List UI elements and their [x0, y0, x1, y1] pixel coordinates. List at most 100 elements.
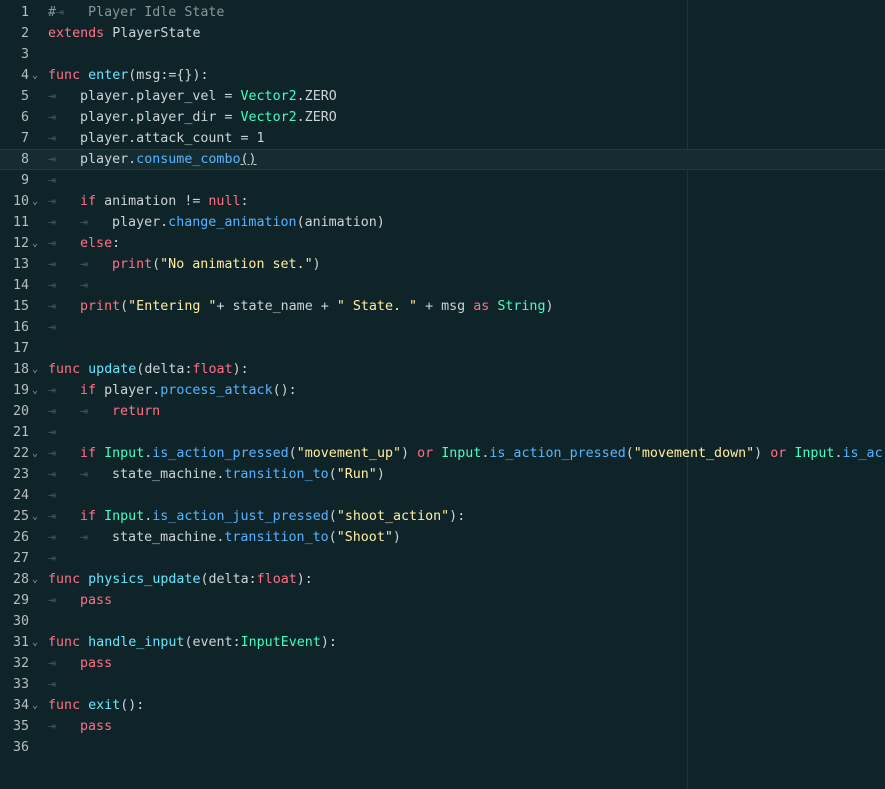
code-line-29[interactable]: 29 ⇥ pass	[0, 590, 885, 611]
code-line-14[interactable]: 14 ⇥ ⇥	[0, 275, 885, 296]
line-number: 15	[12, 299, 29, 314]
code-line-3[interactable]: 3	[0, 44, 885, 65]
tab-indent-icon: ⇥	[48, 320, 57, 335]
code-token: transition_to	[224, 530, 329, 545]
line-number: 32	[12, 656, 29, 671]
code-token: is_action_just_pressed	[152, 509, 329, 524]
tab-indent-icon: ⇥	[48, 656, 57, 671]
line-number: 30	[12, 614, 29, 629]
code-token: ):	[232, 362, 249, 377]
fold-chevron-icon[interactable]: ⌄	[32, 233, 38, 254]
line-number: 8	[20, 152, 29, 167]
code-line-22[interactable]: 22 ⌄ ⇥ if Input.is_action_pressed("movement…	[0, 443, 885, 464]
code-line-5[interactable]: 5 ⇥ player.player_vel = Vector2.ZERO	[0, 86, 885, 107]
code-token: (	[152, 257, 161, 272]
code-token: :	[112, 236, 121, 251]
code-line-20[interactable]: 20 ⇥ ⇥ return	[0, 401, 885, 422]
code-token: (delta:	[200, 572, 257, 587]
code-line-23[interactable]: 23 ⇥ ⇥ state_machine.transition_to("Run")	[0, 464, 885, 485]
code-token: "Entering "	[128, 299, 217, 314]
code-token: Vector2	[240, 110, 297, 125]
code-line-17[interactable]: 17	[0, 338, 885, 359]
fold-chevron-icon[interactable]: ⌄	[32, 695, 38, 716]
line-number: 36	[12, 740, 29, 755]
code-line-30[interactable]: 30	[0, 611, 885, 632]
code-line-31[interactable]: 31 ⌄ func handle_input(event:InputEvent):	[0, 632, 885, 653]
fold-chevron-icon[interactable]: ⌄	[32, 65, 38, 86]
fold-chevron-icon[interactable]: ⌄	[32, 569, 38, 590]
code-text: #⇥ Player Idle State	[48, 2, 224, 23]
code-token: exit	[88, 698, 121, 713]
code-line-33[interactable]: 33 ⇥	[0, 674, 885, 695]
code-token: :	[240, 194, 249, 209]
code-token: Input	[794, 446, 835, 461]
code-line-15[interactable]: 15 ⇥ print("Entering "+ state_name + " Sta…	[0, 296, 885, 317]
code-line-36[interactable]: 36	[0, 737, 885, 758]
code-text: ⇥ else:	[48, 233, 120, 254]
code-token: consume_combo	[136, 152, 241, 167]
code-token: + state_name +	[216, 299, 337, 314]
code-line-24[interactable]: 24 ⇥	[0, 485, 885, 506]
code-token: #	[48, 5, 57, 20]
tab-indent-icon: ⇥	[80, 404, 89, 419]
code-token: pass	[80, 656, 113, 671]
fold-chevron-icon[interactable]: ⌄	[32, 191, 38, 212]
code-line-12[interactable]: 12 ⌄ ⇥ else:	[0, 233, 885, 254]
code-line-27[interactable]: 27 ⇥	[0, 548, 885, 569]
code-text: ⇥ pass	[48, 590, 112, 611]
code-token: )	[392, 530, 401, 545]
code-line-18[interactable]: 18 ⌄ func update(delta:float):	[0, 359, 885, 380]
code-token: func	[48, 362, 81, 377]
fold-chevron-icon[interactable]: ⌄	[32, 359, 38, 380]
code-editor[interactable]: 1 # ⇥ Player Idle State 2 extends PlayerState…	[0, 0, 885, 789]
code-line-16[interactable]: 16 ⇥	[0, 317, 885, 338]
code-line-32[interactable]: 32 ⇥ pass	[0, 653, 885, 674]
code-line-8[interactable]: 8 ⇥ player.consume_combo()	[0, 149, 885, 170]
line-number: 14	[12, 278, 29, 293]
code-line-34[interactable]: 34 ⌄ func exit():	[0, 695, 885, 716]
code-token: process_attack	[160, 383, 273, 398]
tab-indent-icon: ⇥	[48, 488, 57, 503]
code-token: )	[401, 446, 418, 461]
tab-indent-icon: ⇥	[48, 719, 57, 734]
code-line-25[interactable]: 25 ⌄ ⇥ if Input.is_action_just_pressed("sho…	[0, 506, 885, 527]
code-token: Input	[441, 446, 482, 461]
code-line-10[interactable]: 10 ⌄ ⇥ if animation != null:	[0, 191, 885, 212]
code-token: player.	[96, 383, 161, 398]
code-text: ⇥ player.attack_count = 1	[48, 128, 265, 149]
code-line-1[interactable]: 1 #⇥ Player Idle State	[0, 2, 885, 23]
code-line-19[interactable]: 19 ⌄ ⇥ if player.process_attack():	[0, 380, 885, 401]
code-token: animation !=	[96, 194, 209, 209]
tab-indent-icon: ⇥	[48, 89, 57, 104]
fold-chevron-icon[interactable]: ⌄	[32, 506, 38, 527]
code-line-28[interactable]: 28 ⌄ func physics_update(delta:float):	[0, 569, 885, 590]
code-text: ⇥	[48, 170, 80, 191]
fold-chevron-icon[interactable]: ⌄	[32, 380, 38, 401]
code-token: as	[473, 299, 490, 314]
code-line-26[interactable]: 26 ⇥ ⇥ state_machine.transition_to("Shoot")	[0, 527, 885, 548]
code-token: "movement_down"	[633, 446, 755, 461]
code-token: transition_to	[224, 467, 329, 482]
code-text: func physics_update(delta:float):	[48, 569, 313, 590]
code-line-4[interactable]: 4 ⌄ func enter(msg:={}):	[0, 65, 885, 86]
code-token: (	[328, 530, 337, 545]
fold-chevron-icon[interactable]: ⌄	[32, 443, 38, 464]
code-token: "No animation set."	[160, 257, 313, 272]
code-line-21[interactable]: 21 ⇥	[0, 422, 885, 443]
tab-indent-icon: ⇥	[80, 215, 89, 230]
fold-chevron-icon[interactable]: ⌄	[32, 632, 38, 653]
line-number: 20	[12, 404, 29, 419]
code-line-9[interactable]: 9 ⇥	[0, 170, 885, 191]
code-line-7[interactable]: 7 ⇥ player.attack_count = 1	[0, 128, 885, 149]
line-number: 7	[20, 131, 29, 146]
code-line-11[interactable]: 11 ⇥ ⇥ player.change_animation(animation)	[0, 212, 885, 233]
code-line-6[interactable]: 6 ⇥ player.player_dir = Vector2.ZERO	[0, 107, 885, 128]
code-line-13[interactable]: 13 ⇥ ⇥ print("No animation set.")	[0, 254, 885, 275]
tab-indent-icon: ⇥	[48, 236, 57, 251]
code-line-35[interactable]: 35 ⇥ pass	[0, 716, 885, 737]
code-line-2[interactable]: 2 extends PlayerState	[0, 23, 885, 44]
code-token: func	[48, 635, 81, 650]
